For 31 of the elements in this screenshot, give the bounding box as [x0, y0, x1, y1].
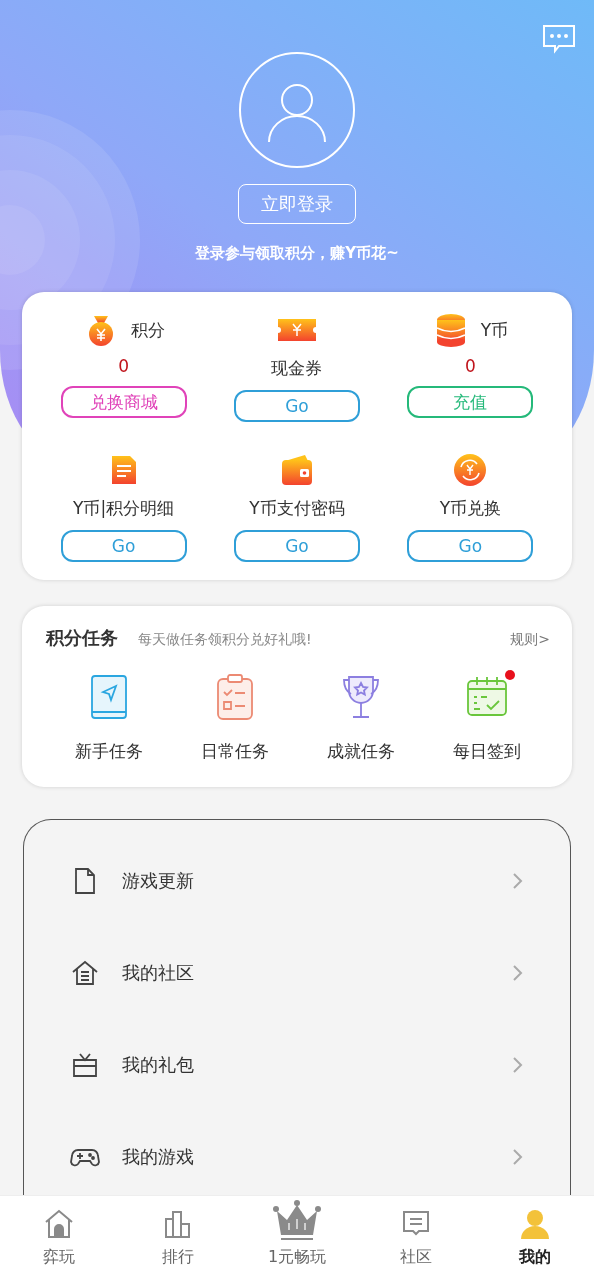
avatar[interactable]: [239, 52, 355, 168]
wallet-label: Y币兑换: [439, 497, 501, 520]
chevron-right-icon: [512, 872, 524, 890]
menu-item[interactable]: 我的游戏: [122, 1145, 512, 1169]
task-label[interactable]: 成就任务: [327, 740, 395, 763]
wallet-label: Y币: [480, 318, 508, 342]
task-label[interactable]: 日常任务: [201, 740, 269, 763]
tasks-title: 积分任务: [46, 626, 118, 650]
chevron-right-icon: [512, 1148, 524, 1166]
menu-item[interactable]: 我的礼包: [122, 1053, 512, 1077]
wallet-label: 积分: [130, 318, 165, 342]
wallet-label: Y币|积分明细: [73, 497, 175, 520]
task-label[interactable]: 每日签到: [453, 740, 521, 763]
wallet-icon: [279, 452, 315, 488]
house-icon: [70, 958, 100, 988]
chevron-right-icon: [512, 1056, 524, 1074]
currency-exchange-icon: [452, 452, 489, 488]
task-label[interactable]: 新手任务: [75, 740, 143, 763]
wallet-value: 0: [118, 355, 130, 378]
menu-item[interactable]: 游戏更新: [122, 869, 512, 893]
action-button[interactable]: 兑换商城: [60, 386, 187, 418]
login-prompt: 登录参与领取积分，赚Y币花~: [195, 244, 399, 263]
tasks-subtitle: 每天做任务领积分兑好礼哦!: [138, 631, 313, 649]
menu-item[interactable]: 我的社区: [122, 961, 512, 985]
wallet-label: 现金券: [271, 357, 323, 380]
chevron-right-icon: [512, 964, 524, 982]
wallet-value: 0: [464, 355, 476, 378]
wallet-label: Y币支付密码: [249, 497, 345, 520]
rules-link[interactable]: 规则>: [510, 631, 550, 649]
crown-icon: [271, 1199, 323, 1241]
message-icon[interactable]: [542, 24, 576, 54]
